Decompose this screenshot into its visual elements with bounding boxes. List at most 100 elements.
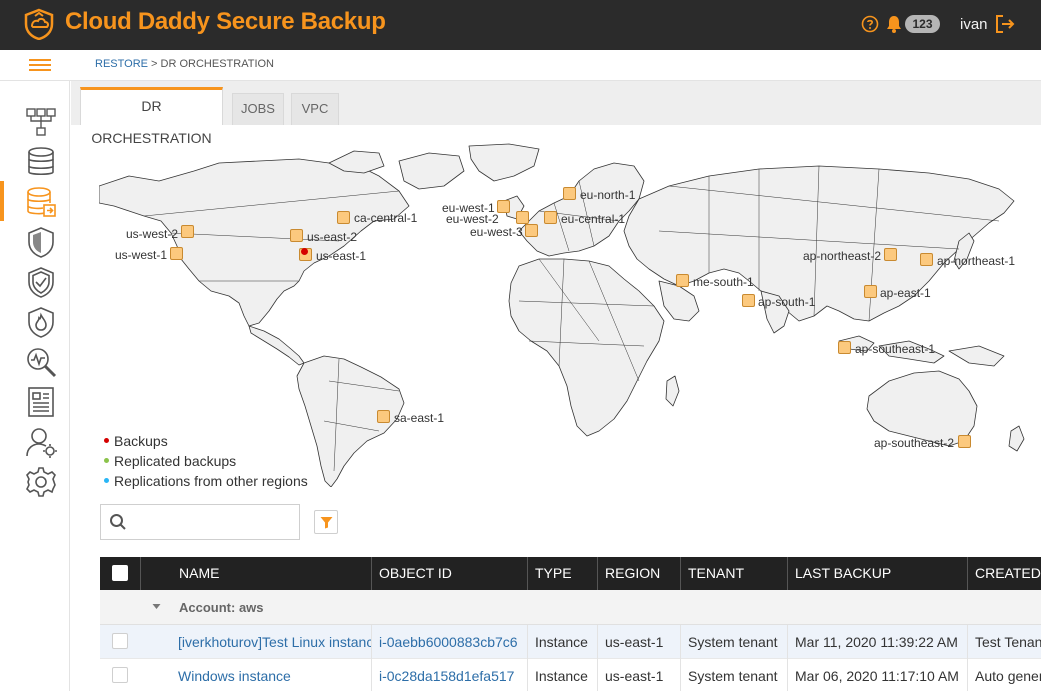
map-legend: Backups Replicated backups Replications … [104, 431, 308, 491]
cell-created: Test Tenant [967, 625, 1041, 659]
sidebar-item-shield-check[interactable] [0, 261, 70, 301]
report-icon [28, 387, 54, 417]
app-title: Cloud Daddy Secure Backup [65, 8, 386, 35]
region-marker-us-west-2[interactable] [181, 225, 194, 238]
region-label-us-west-2: us-west-2 [126, 227, 179, 241]
column-header-name[interactable]: NAME [140, 557, 371, 590]
main-content: DR ORCHESTRATION JOBS VPC us-west-2 us-w… [71, 81, 1041, 691]
group-row-account[interactable]: Account: aws [100, 590, 1041, 625]
row-checkbox[interactable] [112, 633, 128, 649]
column-header-last-backup[interactable]: LAST BACKUP [787, 557, 967, 590]
sidebar-item-network[interactable] [0, 101, 70, 141]
region-label-ap-southeast-2: ap-southeast-2 [874, 436, 955, 450]
filter-button[interactable] [314, 510, 338, 534]
region-label-eu-west-2: eu-west-2 [446, 212, 499, 226]
region-label-eu-west-3: eu-west-3 [470, 225, 523, 239]
top-bar: Cloud Daddy Secure Backup 123 ivan [0, 0, 1041, 50]
logout-icon[interactable] [995, 14, 1015, 34]
breadcrumb: RESTORE > DR ORCHESTRATION [95, 58, 274, 70]
shield-check-icon [28, 267, 54, 298]
backups-table: NAME OBJECT ID TYPE REGION TENANT LAST B… [100, 557, 1041, 691]
breadcrumb-separator: > [147, 58, 161, 70]
tab-dr-orchestration[interactable]: DR ORCHESTRATION [80, 87, 223, 146]
region-marker-eu-north-1[interactable] [563, 187, 576, 200]
caret-down-icon[interactable] [152, 602, 161, 611]
breadcrumb-restore-link[interactable]: RESTORE [95, 58, 148, 70]
region-marker-ap-southeast-2[interactable] [958, 435, 971, 448]
network-icon [26, 108, 56, 136]
sidebar-item-restore[interactable] [0, 181, 70, 221]
region-marker-eu-central-1[interactable] [544, 211, 557, 224]
cell-region: us-east-1 [597, 625, 680, 659]
table-row[interactable]: [iverkhoturov]Test Linux instance i-0aeb… [100, 625, 1041, 659]
select-all-checkbox[interactable] [112, 565, 128, 581]
cell-object-id[interactable]: i-0aebb6000883cb7c6 [371, 625, 527, 659]
region-marker-ap-east-1[interactable] [864, 285, 877, 298]
magnifier-chart-icon [27, 348, 57, 378]
region-marker-ap-northeast-2[interactable] [884, 248, 897, 261]
tab-vpc[interactable]: VPC [291, 93, 339, 125]
column-header-type[interactable]: TYPE [527, 557, 597, 590]
user-name[interactable]: ivan [960, 16, 988, 33]
column-header-created[interactable]: CREATED [967, 557, 1041, 590]
table-header: NAME OBJECT ID TYPE REGION TENANT LAST B… [100, 557, 1041, 590]
sidebar-item-monitoring[interactable] [0, 341, 70, 381]
column-header-region[interactable]: REGION [597, 557, 680, 590]
shield-fire-icon [28, 307, 54, 338]
region-marker-eu-west-3[interactable] [525, 224, 538, 237]
sidebar-item-shield-fire[interactable] [0, 301, 70, 341]
cell-name[interactable]: [iverkhoturov]Test Linux instance [140, 625, 371, 659]
table-row[interactable]: Windows instance i-0c28da158d1efa517 Ins… [100, 659, 1041, 691]
cell-tenant: System tenant [680, 659, 787, 691]
row-checkbox[interactable] [112, 667, 128, 683]
database-restore-icon [27, 187, 56, 217]
region-label-sa-east-1: sa-east-1 [394, 411, 445, 425]
search-icon [110, 514, 126, 530]
legend-item-replicated: Replicated backups [104, 451, 308, 471]
group-label: Account: aws [179, 600, 264, 615]
region-label-us-west-1: us-west-1 [115, 248, 168, 262]
sidebar-item-reports[interactable] [0, 381, 70, 421]
region-marker-ca-central-1[interactable] [337, 211, 350, 224]
user-settings-icon [26, 428, 57, 458]
region-label-ap-east-1: ap-east-1 [880, 286, 931, 300]
column-header-object-id[interactable]: OBJECT ID [371, 557, 527, 590]
column-header-tenant[interactable]: TENANT [680, 557, 787, 590]
cell-region: us-east-1 [597, 659, 680, 691]
sidebar-item-shield[interactable] [0, 221, 70, 261]
legend-dot-blue [104, 477, 109, 483]
cell-object-id[interactable]: i-0c28da158d1efa517 [371, 659, 527, 691]
cell-name[interactable]: Windows instance [140, 659, 371, 691]
region-label-us-east-1: us-east-1 [316, 249, 367, 263]
tab-jobs[interactable]: JOBS [232, 93, 284, 125]
region-label-ca-central-1: ca-central-1 [354, 211, 418, 225]
cell-tenant: System tenant [680, 625, 787, 659]
search-input[interactable] [135, 509, 295, 535]
legend-dot-green [104, 457, 109, 463]
cell-type: Instance [527, 659, 597, 691]
breadcrumb-current: DR ORCHESTRATION [160, 58, 274, 70]
shield-half-icon [28, 227, 54, 258]
cloud-shield-logo-icon[interactable] [22, 8, 56, 40]
region-marker-ap-southeast-1[interactable] [838, 341, 851, 354]
help-icon[interactable] [861, 15, 879, 33]
bell-icon[interactable] [886, 15, 902, 33]
notification-count-badge[interactable]: 123 [905, 15, 940, 33]
region-marker-us-west-1[interactable] [170, 247, 183, 260]
region-label-ap-southeast-1: ap-southeast-1 [855, 342, 936, 356]
region-label-eu-central-1: eu-central-1 [561, 212, 626, 226]
sidebar-item-database[interactable] [0, 141, 70, 181]
region-marker-sa-east-1[interactable] [377, 410, 390, 423]
region-marker-eu-west-2[interactable] [516, 211, 529, 224]
region-marker-ap-south-1[interactable] [742, 294, 755, 307]
backup-indicator-us-east-1 [301, 248, 308, 255]
region-marker-ap-northeast-1[interactable] [920, 253, 933, 266]
region-marker-us-east-2[interactable] [290, 229, 303, 242]
sub-bar: RESTORE > DR ORCHESTRATION [0, 50, 1041, 81]
hamburger-menu-icon[interactable] [29, 56, 51, 74]
sidebar-item-settings[interactable] [0, 461, 70, 501]
region-marker-me-south-1[interactable] [676, 274, 689, 287]
sidebar-item-users[interactable] [0, 421, 70, 461]
search-box [100, 504, 300, 540]
cell-last-backup: Mar 11, 2020 11:39:22 AM [787, 625, 967, 659]
